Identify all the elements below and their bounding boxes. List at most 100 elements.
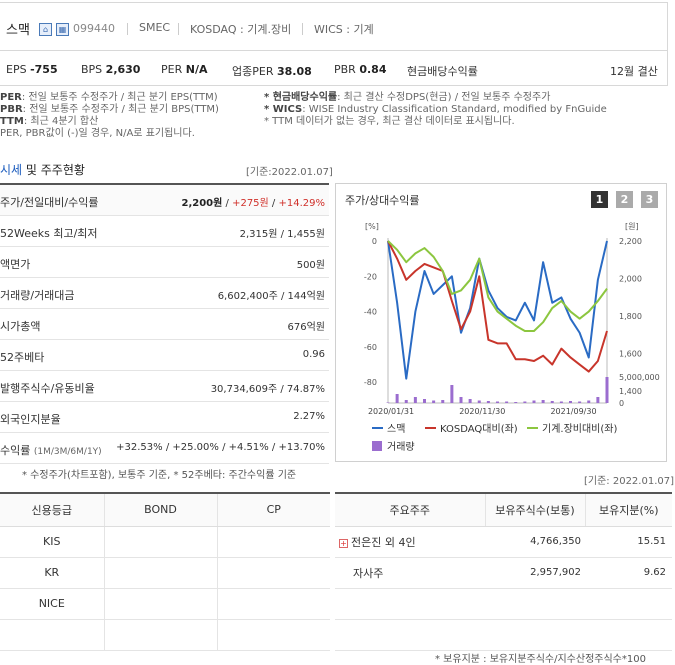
chart-tab-1[interactable]: 1	[591, 191, 608, 208]
volume-bar	[395, 394, 399, 403]
row-value: 2,315원 / 1,455원	[239, 229, 325, 240]
volume-bar	[523, 401, 527, 403]
table-header-row: 신용등급 BOND CP	[0, 492, 330, 527]
row-label: 거래량/거래대금	[0, 289, 75, 302]
y-right-tick-label: 2,000	[619, 275, 642, 284]
note-line: TTM: 최근 4분기 합산	[0, 116, 99, 127]
y-right-tick-label: 1,600	[619, 350, 642, 359]
col-header: 신용등급	[0, 492, 105, 527]
y-right-tick-label: 1,400	[619, 387, 642, 396]
section-title: 시세 및 주주현황	[0, 163, 85, 177]
note-line: PER, PBR값이 (-)일 경우, N/A로 표기됩니다.	[0, 128, 195, 139]
table-row: KIS	[0, 526, 330, 558]
cp-rating	[217, 557, 330, 589]
rating-agency: NICE	[0, 588, 105, 620]
dividend-yield-label: 현금배당수익률	[407, 65, 478, 78]
bond-rating	[104, 526, 218, 558]
holder-name: 자사주	[335, 557, 485, 589]
holder-name-cell: + 전은진 외 4인	[335, 526, 485, 558]
y-right-tick-label: 1,800	[619, 312, 642, 321]
price-relative-chart: [%] [원] 0 -20 -40 -60 -80 2,200 2,000 1,800 1,60…	[364, 222, 660, 453]
table-row: 거래량/거래대금 6,602,400주 / 144억원	[0, 278, 329, 309]
english-name: SMEC	[139, 21, 171, 34]
volume-bar	[605, 377, 609, 403]
note-line: PER: 전일 보통주 수정주가 / 최근 분기 EPS(TTM)	[0, 92, 218, 103]
volume-bar	[596, 397, 600, 403]
metrics-bar: EPS -755 BPS 2,630 PER N/A 업종PER 38.08 P…	[0, 50, 668, 86]
bottom-footnote: * 보유지분 : 보유지분주식수/지수산정주식수*100	[435, 654, 646, 665]
holder-name[interactable]: 전은진 외 4인	[351, 536, 416, 549]
row-value: 0.96	[302, 349, 325, 360]
legend-label: KOSDAQ대비(좌)	[440, 423, 518, 435]
x-tick-label: 2020/01/31	[368, 407, 414, 416]
expand-icon[interactable]: +	[339, 538, 348, 548]
divider	[178, 23, 179, 35]
col-header: 주요주주	[335, 492, 486, 527]
volume-bar	[587, 400, 591, 403]
table-row: NICE	[0, 588, 330, 620]
table-header-row: 주요주주 보유주식수(보통) 보유지분(%)	[335, 492, 672, 527]
house-icon[interactable]: ⌂	[39, 23, 52, 36]
volume-bar	[496, 401, 499, 403]
x-tick-label: 2020/11/30	[459, 407, 505, 416]
volume-bar	[486, 401, 490, 403]
major-shareholders-table: 주요주주 보유주식수(보통) 보유지분(%) + 전은진 외 4인 4,766,3…	[335, 492, 672, 651]
divider	[302, 23, 303, 35]
notes-left: PER: 전일 보통주 수정주가 / 최근 분기 EPS(TTM) PBR: 전…	[0, 92, 219, 140]
volume-bar	[532, 400, 536, 403]
left-footnote: * 수정주가(차트포함), 보통주 기준, * 52주베타: 주간수익률 기준	[22, 470, 297, 481]
row-label: 외국인지분율	[0, 413, 61, 426]
row-label: 52주베타	[0, 351, 45, 364]
section-date: [기준:2022.01.07]	[246, 167, 333, 178]
cp-rating	[217, 526, 330, 558]
left-unit-label: [%]	[365, 222, 379, 231]
y-left-tick-label: -40	[364, 308, 377, 317]
volume-tick-label: 0	[619, 399, 624, 408]
row-value: 676억원	[287, 322, 326, 333]
volume-bar	[404, 400, 408, 403]
row-label: 액면가	[0, 258, 31, 271]
row-label: 시가총액	[0, 320, 41, 333]
building-icon[interactable]: ▦	[56, 23, 69, 36]
volume-tick-label: 5,000,000	[619, 373, 660, 382]
row-label: 주가/전일대비/수익률	[0, 196, 99, 209]
volume-bar	[559, 401, 563, 403]
table-row: 자사주 2,957,902 9.62	[335, 557, 672, 589]
volume-bar	[450, 385, 454, 403]
note-line: PBR: 전일 보통주 수정주가 / 최근 분기 BPS(TTM)	[0, 104, 219, 115]
col-header: BOND	[104, 492, 218, 527]
right-unit-label: [원]	[625, 222, 639, 231]
table-row	[335, 619, 672, 651]
bond-rating	[104, 619, 218, 651]
returns-value: +32.53% / +25.00% / +4.51% / +13.70%	[116, 442, 325, 453]
divider	[127, 23, 128, 35]
volume-bar	[569, 401, 572, 403]
holder-shares: 2,957,902	[485, 557, 585, 589]
table-row: 수익률 (1M/3M/6M/1Y) +32.53% / +25.00% / +4…	[0, 433, 329, 464]
row-value: 6,602,400주 / 144억원	[217, 291, 325, 302]
wics-classification: WICS : 기계	[314, 23, 374, 36]
volume-bar	[550, 401, 554, 403]
price-summary-table: 주가/전일대비/수익률 2,200원 / +275원 / +14.29% 52W…	[0, 183, 329, 464]
row-label: 수익률 (1M/3M/6M/1Y)	[0, 444, 102, 457]
volume-bar	[578, 401, 582, 403]
chart-tab-2[interactable]: 2	[616, 191, 633, 208]
row-label: 52Weeks 최고/최저	[0, 227, 98, 240]
credit-rating-table: 신용등급 BOND CP KIS KR NICE	[0, 492, 330, 651]
holders-date: [기준: 2022.01.07]	[584, 476, 675, 487]
bond-rating	[104, 588, 218, 620]
y-left-tick-label: -80	[364, 378, 377, 387]
company-header: 스맥 ⌂ ▦ 099440 SMEC KOSDAQ : 기계.장비 WICS :…	[0, 2, 668, 50]
col-header: CP	[217, 492, 330, 527]
volume-bar	[541, 400, 545, 403]
col-header: 보유지분(%)	[585, 492, 672, 527]
y-left-tick-label: -20	[364, 272, 377, 281]
y-left-tick-label: -60	[364, 343, 377, 352]
row-value: 30,734,609주 / 74.87%	[210, 384, 325, 395]
volume-bar	[514, 402, 518, 403]
table-row: + 전은진 외 4인 4,766,350 15.51	[335, 526, 672, 558]
chart-tab-3[interactable]: 3	[641, 191, 658, 208]
y-right-tick-label: 2,200	[619, 237, 642, 246]
table-row: 시가총액 676억원	[0, 309, 329, 340]
sector-per-metric: 업종PER 38.08	[232, 65, 312, 78]
